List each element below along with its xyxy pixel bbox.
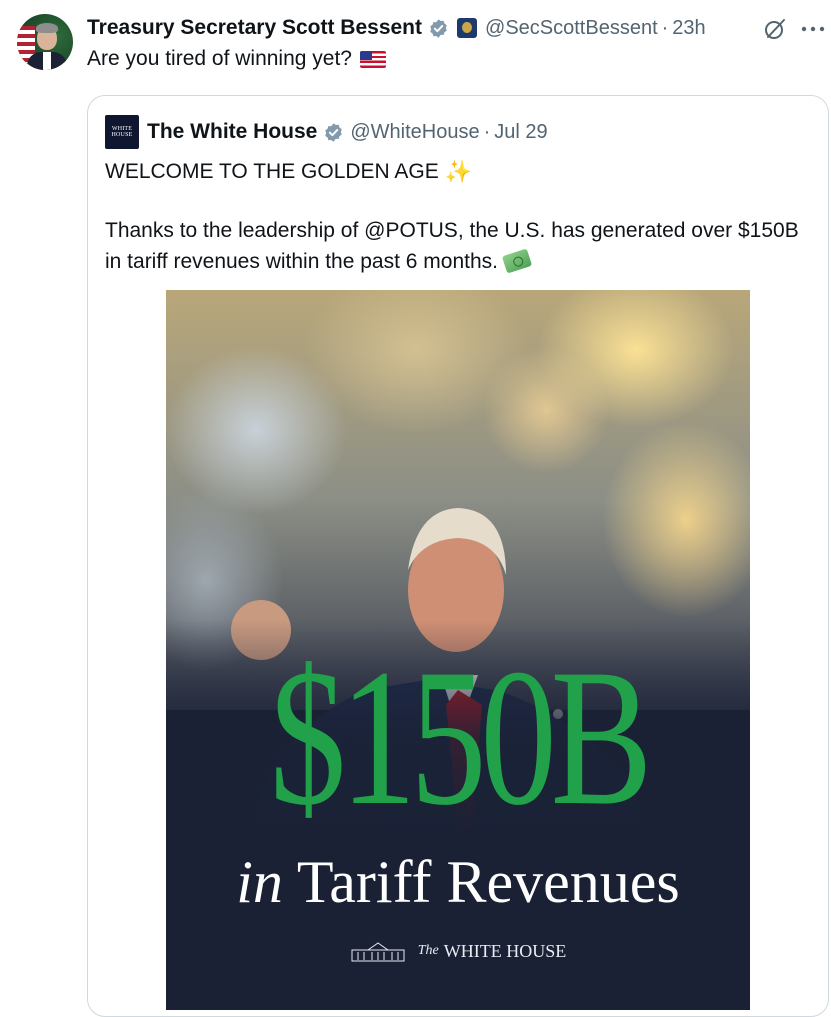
tweet-text-content: Are you tired of winning yet? [87, 47, 352, 70]
quoted-text-line-2: Thanks to the leadership of @POTUS, the … [105, 215, 815, 277]
treasury-seal-icon[interactable] [457, 18, 478, 38]
verified-badge-icon[interactable] [323, 122, 344, 143]
separator-dot: · [483, 120, 491, 143]
image-headline: $150B [269, 629, 653, 846]
image-subline: in Tariff Revenues [166, 850, 750, 914]
tweet-text: Are you tired of winning yet? [87, 47, 386, 71]
quoted-author-display-name[interactable]: The White House [147, 120, 317, 144]
more-icon[interactable] [800, 19, 826, 39]
avatar-hair [36, 23, 58, 33]
quoted-tweet-text: WELCOME TO THE GOLDEN AGE ✨ Thanks to the… [105, 156, 815, 277]
author-handle[interactable]: @SecScottBessent [485, 17, 658, 40]
white-house-building-icon [351, 942, 405, 962]
separator-dot: · [661, 16, 669, 39]
quoted-tweet-timestamp[interactable]: Jul 29 [494, 121, 547, 144]
quoted-text-line-1: WELCOME TO THE GOLDEN AGE ✨ [105, 156, 815, 187]
image-subline-prefix: in [236, 849, 283, 915]
verified-badge-icon[interactable] [428, 18, 449, 39]
tweet[interactable]: Treasury Secretary Scott Bessent @SecSco… [0, 0, 831, 1017]
image-brand-name: WHITE HOUSE [443, 940, 567, 961]
tweet-header: Treasury Secretary Scott Bessent @SecSco… [87, 14, 706, 42]
white-house-logo-icon[interactable]: WHITE HOUSE [105, 115, 139, 149]
image-subline-rest: Tariff Revenues [296, 849, 680, 915]
golden-age-text: WELCOME TO THE GOLDEN AGE [105, 160, 439, 183]
quoted-author-handle[interactable]: @WhiteHouse [350, 121, 479, 144]
money-with-wings-icon [501, 248, 533, 274]
image-brand: The WHITE HOUSE [166, 940, 750, 962]
quoted-tweet-header: WHITE HOUSE The White House @WhiteHouse … [105, 115, 548, 149]
logo-text-bottom: HOUSE [111, 132, 133, 138]
sparkles-icon: ✨ [444, 159, 473, 184]
grok-icon[interactable] [763, 17, 787, 41]
us-flag-icon [359, 50, 386, 68]
author-avatar[interactable] [17, 14, 73, 70]
author-display-name[interactable]: Treasury Secretary Scott Bessent [87, 16, 422, 40]
quoted-tweet-image[interactable]: $150B in Tariff Revenues The WHITE HOUSE [166, 290, 750, 1010]
tariff-revenue-text: Thanks to the leadership of @POTUS, the … [105, 219, 799, 273]
quoted-tweet[interactable]: WHITE HOUSE The White House @WhiteHouse … [87, 95, 829, 1017]
avatar-shirt [43, 52, 51, 70]
image-brand-the: The [417, 943, 439, 958]
tweet-timestamp[interactable]: 23h [672, 17, 705, 40]
